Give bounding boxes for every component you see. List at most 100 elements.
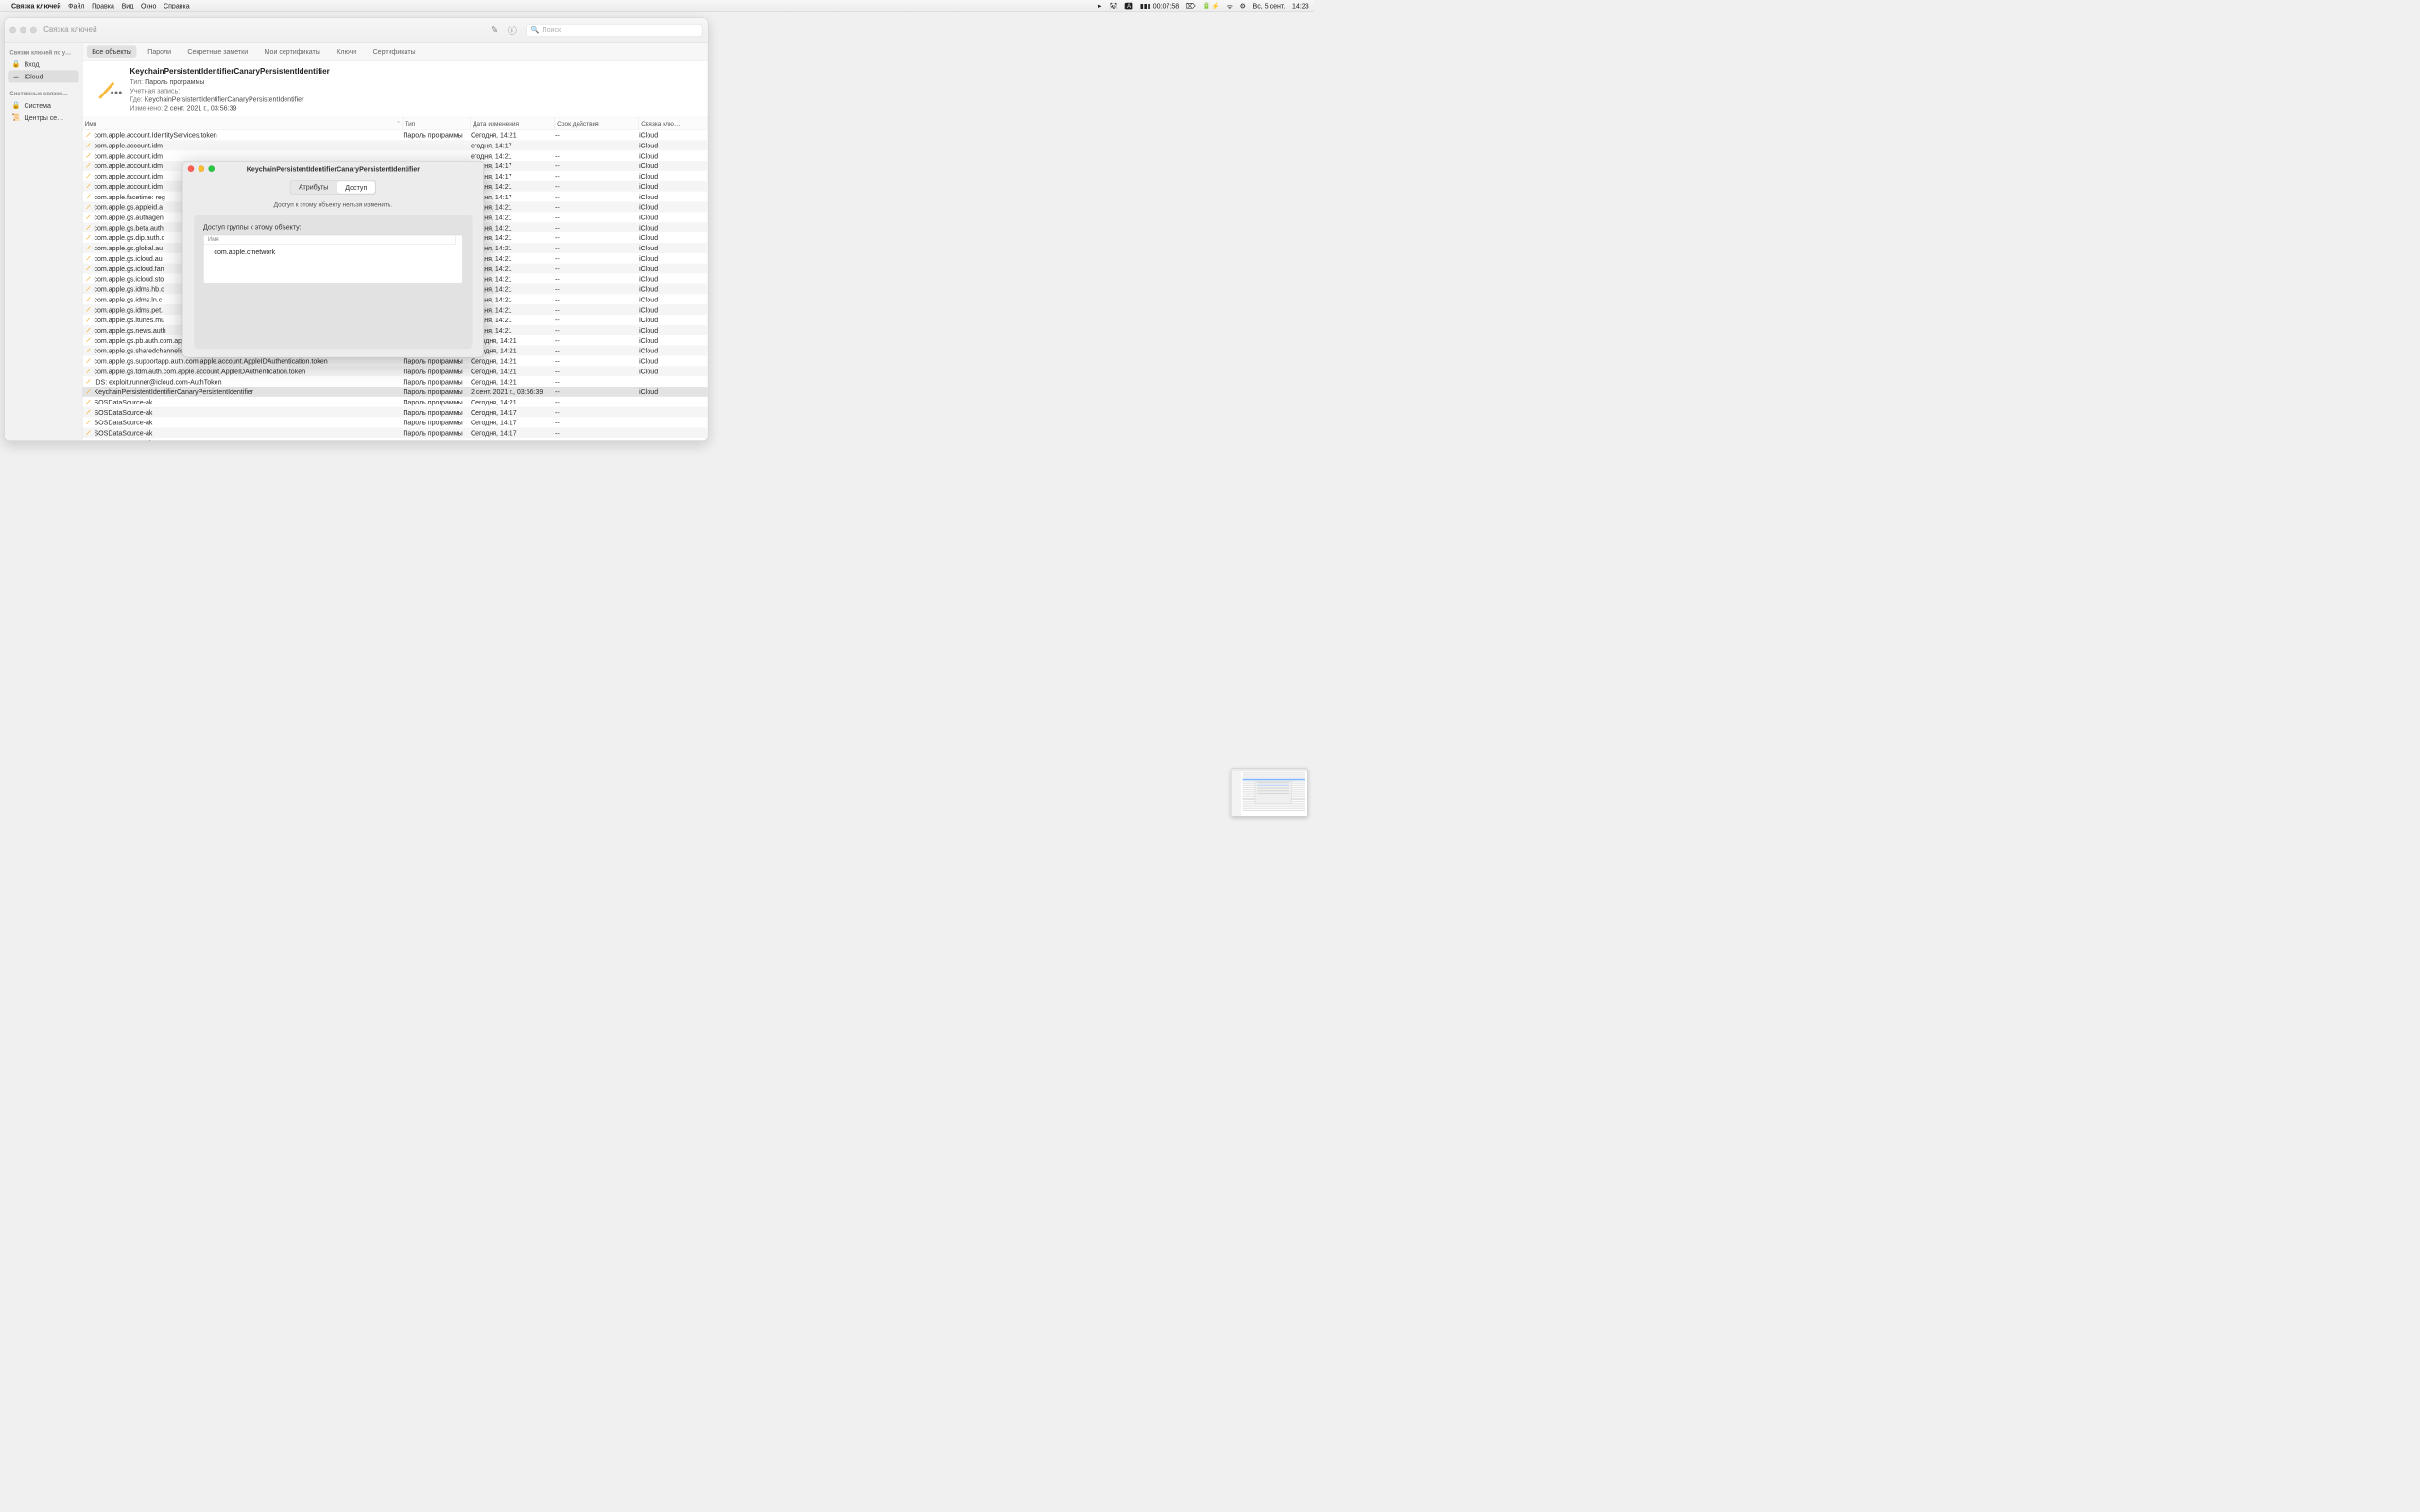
dialog-tab-access[interactable]: Доступ (337, 181, 375, 193)
sidebar-item-system[interactable]: 🔒Система (8, 99, 78, 112)
sidebar-item-login[interactable]: 🔒Вход (8, 58, 78, 70)
cell-expiry: -- (555, 316, 639, 323)
cell-chain: iCloud (639, 131, 708, 139)
menubar-time[interactable]: 14:23 (1292, 2, 1309, 9)
col-type[interactable]: Тип (403, 117, 471, 129)
access-listbox[interactable]: Имя com.apple.cfnetwork (203, 235, 463, 284)
password-icon (82, 163, 94, 170)
window-minimize-button[interactable] (20, 27, 26, 34)
wifi-icon[interactable]: ᯤ (1227, 1, 1233, 10)
battery-icon[interactable]: 🔋⚡ (1202, 2, 1219, 10)
detail-modified-value: 2 сент. 2021 г., 03:56:39 (164, 104, 236, 112)
password-icon (82, 347, 94, 354)
search-icon: 🔍 (530, 26, 539, 34)
table-row[interactable]: SOSDataSource-ak Пароль программы Сегодн… (82, 397, 707, 407)
table-row[interactable]: KeychainPersistentIdentifierCanaryPersis… (82, 387, 707, 397)
clock-icon[interactable]: ▮▮▮ 00:07:58 (1140, 2, 1179, 10)
window-titlebar: Связка ключей ✎ ⓘ 🔍 Поиск (5, 18, 708, 43)
cell-date: Сегодня, 14:17 (471, 429, 555, 437)
cell-expiry: -- (555, 408, 639, 416)
cell-name: IDS: exploit.runner@icloud.com-AuthToken (94, 377, 403, 385)
dialog-zoom-button[interactable] (208, 165, 215, 172)
menu-file[interactable]: Файл (68, 2, 84, 9)
table-row[interactable]: com.apple.account.idm егодня, 14:21 -- i… (82, 150, 707, 161)
tab-notes[interactable]: Секретные заметки (182, 45, 253, 57)
window-preview-thumbnail[interactable] (1231, 768, 1307, 816)
cell-date: Сегодня, 14:21 (471, 131, 555, 139)
panda-menu-icon[interactable]: 🐼 (1110, 2, 1118, 10)
col-chain[interactable]: Связка клю… (639, 117, 708, 129)
password-icon (82, 398, 94, 405)
cell-expiry: -- (555, 214, 639, 221)
info-icon[interactable]: ⓘ (508, 24, 517, 37)
table-row[interactable]: com.apple.account.IdentityServices.token… (82, 129, 707, 140)
cell-expiry: -- (555, 429, 639, 437)
tabbar: Все объекты Пароли Секретные заметки Мои… (82, 43, 707, 61)
dialog-tab-switcher: Атрибуты Доступ (182, 180, 483, 195)
menubar-date[interactable]: Вс, 5 сент. (1253, 2, 1286, 9)
menu-help[interactable]: Справка (164, 2, 190, 9)
sidebar-item-label: iCloud (25, 73, 43, 80)
tab-mycerts[interactable]: Мои сертификаты (259, 45, 325, 57)
cell-chain: iCloud (639, 275, 708, 283)
menu-edit[interactable]: Правка (92, 2, 114, 9)
window-close-button[interactable] (9, 27, 16, 34)
sidebar-item-icloud[interactable]: ☁iCloud (8, 70, 78, 82)
table-row[interactable]: SOSDataSource-ak Пароль программы Сегодн… (82, 407, 707, 418)
password-icon (82, 408, 94, 416)
dialog-minimize-button[interactable] (199, 165, 205, 172)
sidebar-section-user: Связки ключей по у… (9, 50, 77, 57)
sidebar-item-certs[interactable]: 📜Центры се… (8, 112, 78, 124)
dialog-close-button[interactable] (188, 165, 195, 172)
cell-name: KeychainPersistentIdentifierCanaryPersis… (94, 387, 403, 395)
table-row[interactable]: SOSDataSource-ak Пароль программы Сегодн… (82, 417, 707, 427)
tab-certs[interactable]: Сертификаты (368, 45, 421, 57)
cell-expiry: -- (555, 275, 639, 283)
tab-passwords[interactable]: Пароли (143, 45, 177, 57)
password-icon (82, 429, 94, 437)
dialog-tab-attributes[interactable]: Атрибуты (290, 181, 337, 195)
cell-chain: iCloud (639, 214, 708, 221)
tab-keys[interactable]: Ключи (332, 45, 362, 57)
cell-type: Пароль программы (403, 398, 471, 405)
table-row[interactable]: com.apple.account.idm егодня, 14:17 -- i… (82, 140, 707, 150)
search-input[interactable]: 🔍 Поиск (527, 24, 703, 37)
table-row[interactable]: SOSDataSource-ak Пароль программы Сегодн… (82, 438, 707, 440)
control-center-icon[interactable]: ⚙ (1240, 2, 1246, 10)
col-expiry[interactable]: Срок действия (555, 117, 639, 129)
cell-chain: iCloud (639, 254, 708, 262)
window-title: Связка ключей (43, 26, 96, 34)
cell-chain: iCloud (639, 162, 708, 169)
tab-all[interactable]: Все объекты (87, 45, 137, 57)
col-name[interactable]: Имя⌃ (82, 117, 403, 129)
cell-expiry: -- (555, 357, 639, 365)
input-source-badge[interactable]: A (1125, 2, 1132, 9)
menu-view[interactable]: Вид (122, 2, 134, 9)
cell-name: com.apple.account.IdentityServices.token (94, 131, 403, 139)
compose-icon[interactable]: ✎ (491, 25, 498, 35)
cell-name: SOSDataSource-ak (94, 429, 403, 437)
cell-expiry: -- (555, 151, 639, 159)
location-icon[interactable]: ➤ (1097, 2, 1102, 10)
window-zoom-button[interactable] (30, 27, 37, 34)
cell-name: com.apple.gs.supportapp.auth.com.apple.a… (94, 357, 403, 365)
cell-date: Сегодня, 14:21 (471, 357, 555, 365)
menu-window[interactable]: Окно (141, 2, 156, 9)
table-row[interactable]: IDS: exploit.runner@icloud.com-AuthToken… (82, 376, 707, 387)
table-row[interactable]: com.apple.gs.tdm.auth.com.apple.account.… (82, 366, 707, 376)
bluetooth-off-icon[interactable]: ⌦ (1186, 2, 1196, 10)
cell-chain: iCloud (639, 357, 708, 365)
detail-title: KeychainPersistentIdentifierCanaryPersis… (130, 67, 329, 76)
cell-chain: iCloud (639, 265, 708, 272)
col-date[interactable]: Дата изменения (471, 117, 555, 129)
cell-date: Сегодня, 14:21 (471, 368, 555, 375)
list-item[interactable]: com.apple.cfnetwork (204, 245, 463, 259)
menubar-app-name[interactable]: Связка ключей (11, 2, 61, 9)
detail-type-label: Тип: (130, 78, 143, 86)
cell-chain: iCloud (639, 233, 708, 241)
cell-expiry: -- (555, 387, 639, 395)
password-icon (82, 388, 94, 396)
password-icon (82, 152, 94, 160)
table-row[interactable]: SOSDataSource-ak Пароль программы Сегодн… (82, 427, 707, 438)
cell-expiry: -- (555, 419, 639, 426)
